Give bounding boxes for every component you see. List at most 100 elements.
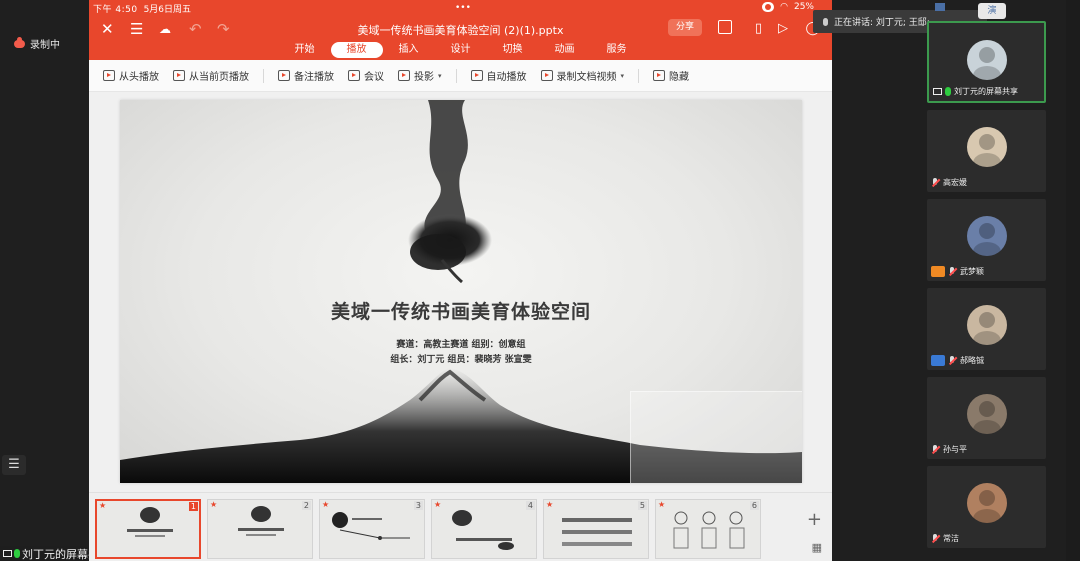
thumbnail-preview (238, 506, 284, 536)
avatar (966, 305, 1007, 345)
chevron-down-icon: ▾ (438, 71, 442, 80)
recording-label: 录制中 (30, 40, 60, 51)
participant-name: 孙与平 (943, 445, 967, 454)
avatar (966, 216, 1007, 256)
toolbar-divider (455, 68, 457, 83)
participant-tile[interactable]: 武梦颖 (927, 199, 1046, 281)
tab-5[interactable]: 动画 (539, 42, 591, 58)
toolbar-divider (638, 68, 640, 83)
slide-thumbnail-strip: ★ 1 ★ 2 ★ 3 ★ 4 ★ 5 ★ 6 (89, 492, 832, 561)
status-date: 5月6日周五 (143, 4, 192, 15)
tab-2[interactable]: 插入 (383, 42, 435, 58)
hide-icon (653, 70, 666, 81)
slide-thumbnail[interactable]: ★ 1 (95, 499, 201, 559)
current-slide[interactable]: 美域一传统书画美育体验空间 赛道：高教主赛道 组别：创意组 组长：刘丁元 组员：… (120, 100, 802, 483)
record-video-label: 录制文档视频 (556, 72, 617, 83)
participant-name: 武梦颖 (960, 267, 984, 276)
meeting-button[interactable]: 会议 (348, 68, 384, 83)
avatar (966, 40, 1007, 80)
meeting-label: 会议 (364, 72, 384, 83)
role-badge-icon (931, 355, 945, 366)
meeting-window: 录制中 ☰ 刘丁元的屏幕共享 下午 4:50 5月6日周五 ••• ◠ 25% … (0, 0, 1080, 561)
slide-thumbnail[interactable]: ★ 3 (319, 499, 425, 559)
screen-share-icon (933, 88, 942, 95)
slide-number: 3 (413, 501, 423, 510)
participant-name-row: 郝略铖 (931, 355, 984, 366)
slide-thumbnail[interactable]: ★ 5 (543, 499, 649, 559)
mic-muted-icon (931, 445, 940, 454)
play-current-icon (173, 70, 185, 81)
hide-slide-button[interactable]: 隐藏 (653, 68, 689, 83)
participant-tile[interactable]: 郝略铖 (927, 288, 1046, 370)
notes-play-label: 备注播放 (294, 72, 334, 83)
recording-indicator: 录制中 (14, 36, 60, 51)
slide-track-line: 赛道：高教主赛道 组别：创意组 (396, 340, 526, 350)
thumbnail-preview (127, 507, 173, 537)
shared-screen: 下午 4:50 5月6日周五 ••• ◠ 25% ✕ ☰ ☁ ↶ ↷ 美域一传统… (89, 0, 832, 561)
video-camera-icon (540, 70, 553, 81)
book-icon[interactable]: ▯ (755, 20, 762, 38)
star-icon: ★ (210, 500, 218, 509)
mic-icon (823, 17, 828, 26)
share-button[interactable]: 分享 (668, 19, 702, 36)
participant-tile[interactable]: 常洁 (927, 466, 1046, 548)
participant-name: 常洁 (943, 534, 959, 543)
status-time: 下午 4:50 (93, 4, 138, 15)
thumbnail-preview (452, 510, 514, 550)
tab-1[interactable]: 播放 (330, 42, 383, 58)
multitask-dots-icon[interactable]: ••• (455, 3, 471, 13)
notes-icon (278, 70, 290, 81)
slide-number: 4 (525, 501, 535, 510)
wifi-icon: ◠ (780, 2, 788, 12)
projection-button[interactable]: 投影 ▾ (398, 68, 442, 83)
record-video-button[interactable]: 录制文档视频 ▾ (540, 68, 624, 83)
slide-title: 美域一传统书画美育体验空间 (330, 301, 591, 323)
panel-scrollbar[interactable] (1066, 0, 1080, 561)
slides-view-icon[interactable] (718, 20, 732, 34)
projection-label: 投影 (414, 72, 434, 83)
thumbnail-preview (673, 511, 745, 549)
screen-record-icon (762, 2, 775, 12)
participant-name: 刘丁元的屏幕共享 (954, 87, 1018, 96)
slide-canvas: 美域一传统书画美育体验空间 赛道：高教主赛道 组别：创意组 组长：刘丁元 组员：… (89, 92, 832, 492)
ribbon-tabs: 开始 播放 插入 设计 切换 动画 服务 (89, 42, 832, 60)
presenter-chip[interactable]: 演 (978, 3, 1006, 19)
tab-3[interactable]: 设计 (435, 42, 487, 58)
star-icon: ★ (658, 500, 666, 509)
participant-tile[interactable]: 刘丁元的屏幕共享 (927, 21, 1046, 103)
slide-thumbnail[interactable]: ★ 2 (207, 499, 313, 559)
tab-4[interactable]: 切换 (487, 42, 539, 58)
speaker-flag-icon (935, 3, 945, 11)
slide-thumbnail[interactable]: ★ 6 (655, 499, 761, 559)
play-from-start-button[interactable]: 从头播放 (103, 68, 159, 83)
participant-tile[interactable]: 高宏媛 (927, 110, 1046, 192)
mic-on-icon (945, 87, 951, 96)
play-from-start-label: 从头播放 (119, 72, 159, 83)
slide-number: 6 (749, 501, 759, 510)
add-slide-icon[interactable]: + (807, 509, 822, 530)
avatar (966, 394, 1007, 434)
ribbon-toolbar: 从头播放 从当前页播放 备注播放 会议 投影 ▾ 自动播放 录制文档视频 ▾ 隐藏 (89, 60, 832, 92)
avatar (966, 483, 1007, 523)
projection-icon (398, 70, 410, 81)
notes-play-button[interactable]: 备注播放 (278, 68, 334, 83)
device-status-bar: 下午 4:50 5月6日周五 ••• ◠ 25% (89, 0, 832, 16)
play-icon[interactable]: ▷ (778, 20, 788, 38)
slide-number: 1 (188, 502, 198, 511)
grid-view-icon[interactable]: ▦ (812, 541, 822, 554)
play-icon (103, 70, 115, 81)
list-menu-icon[interactable]: ☰ (2, 455, 26, 475)
participant-name-row: 刘丁元的屏幕共享 (933, 86, 1018, 97)
app-titlebar: ✕ ☰ ☁ ↶ ↷ 美域一传统书画美育体验空间 (2)(1).pptx 分享 ▯… (89, 16, 832, 42)
mic-muted-icon (948, 356, 957, 365)
thumbnail-preview (332, 512, 410, 540)
tab-6[interactable]: 服务 (591, 42, 643, 58)
tab-0[interactable]: 开始 (279, 42, 331, 58)
play-from-current-button[interactable]: 从当前页播放 (173, 68, 249, 83)
auto-play-button[interactable]: 自动播放 (470, 68, 527, 83)
participant-tile[interactable]: 孙与平 (927, 377, 1046, 459)
avatar (966, 127, 1007, 167)
participant-name: 郝略铖 (960, 356, 984, 365)
auto-play-label: 自动播放 (486, 72, 527, 83)
slide-thumbnail[interactable]: ★ 4 (431, 499, 537, 559)
